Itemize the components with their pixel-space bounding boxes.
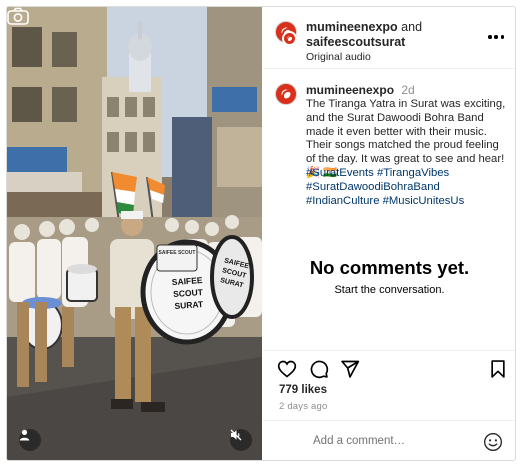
audio-link[interactable]: Original audio xyxy=(306,51,371,63)
caption-hashtags[interactable]: #SuratEvents #TirangaVibes #SuratDawoodi… xyxy=(306,167,511,208)
comments-section: mumineenexpo 2d The Tiranga Yatra in Sur… xyxy=(263,70,515,350)
bookmark-icon[interactable] xyxy=(488,359,508,379)
post-dialog: SAIFEE SCOUT SURAT SAIFEE SCOUT SURAT SA… xyxy=(6,6,516,461)
camera-icon xyxy=(7,7,29,25)
post-details-panel: mumineenexpo and saifeescoutsurat Origin… xyxy=(263,7,515,460)
post-authors: mumineenexpo and saifeescoutsurat xyxy=(306,20,476,50)
mute-icon xyxy=(230,429,242,441)
and-label: and xyxy=(401,20,423,34)
send-icon[interactable] xyxy=(340,359,360,379)
caption-avatar[interactable] xyxy=(275,83,297,105)
likes-count[interactable]: 779 likes xyxy=(279,384,327,396)
street-parade-scene xyxy=(7,7,262,460)
comment-input[interactable] xyxy=(313,431,473,451)
user-tag-icon xyxy=(19,429,30,441)
post-date[interactable]: 2 days ago xyxy=(279,401,327,412)
more-dot xyxy=(500,35,504,39)
post-header: mumineenexpo and saifeescoutsurat Origin… xyxy=(263,7,515,69)
caption-time[interactable]: 2d xyxy=(401,83,414,97)
comment-icon[interactable] xyxy=(309,359,329,379)
more-icon xyxy=(488,35,492,39)
collaborator-avatar[interactable] xyxy=(282,31,297,46)
more-options-button[interactable] xyxy=(488,34,504,40)
bass-drum-label: SAIFEE SCOUT SURAT xyxy=(156,273,220,313)
empty-comments-title: No comments yet. xyxy=(309,257,470,278)
emoji-icon[interactable] xyxy=(483,432,503,452)
empty-comments-subtitle: Start the conversation. xyxy=(334,284,445,296)
owner-username[interactable]: mumineenexpo xyxy=(306,20,398,34)
comment-composer xyxy=(263,420,515,460)
small-drum-label: SAIFEE SCOUT xyxy=(158,250,196,256)
caption-username[interactable]: mumineenexpo xyxy=(306,83,394,97)
caption-header: mumineenexpo 2d xyxy=(306,83,415,97)
more-dot xyxy=(494,35,498,39)
tagged-users-button[interactable] xyxy=(19,429,41,451)
post-video[interactable]: SAIFEE SCOUT SURAT SAIFEE SCOUT SURAT SA… xyxy=(7,7,262,460)
mute-button[interactable] xyxy=(230,429,252,451)
post-actions: 779 likes 2 days ago xyxy=(263,350,515,420)
heart-icon[interactable] xyxy=(277,359,297,379)
collaborator-username[interactable]: saifeescoutsurat xyxy=(306,35,405,49)
